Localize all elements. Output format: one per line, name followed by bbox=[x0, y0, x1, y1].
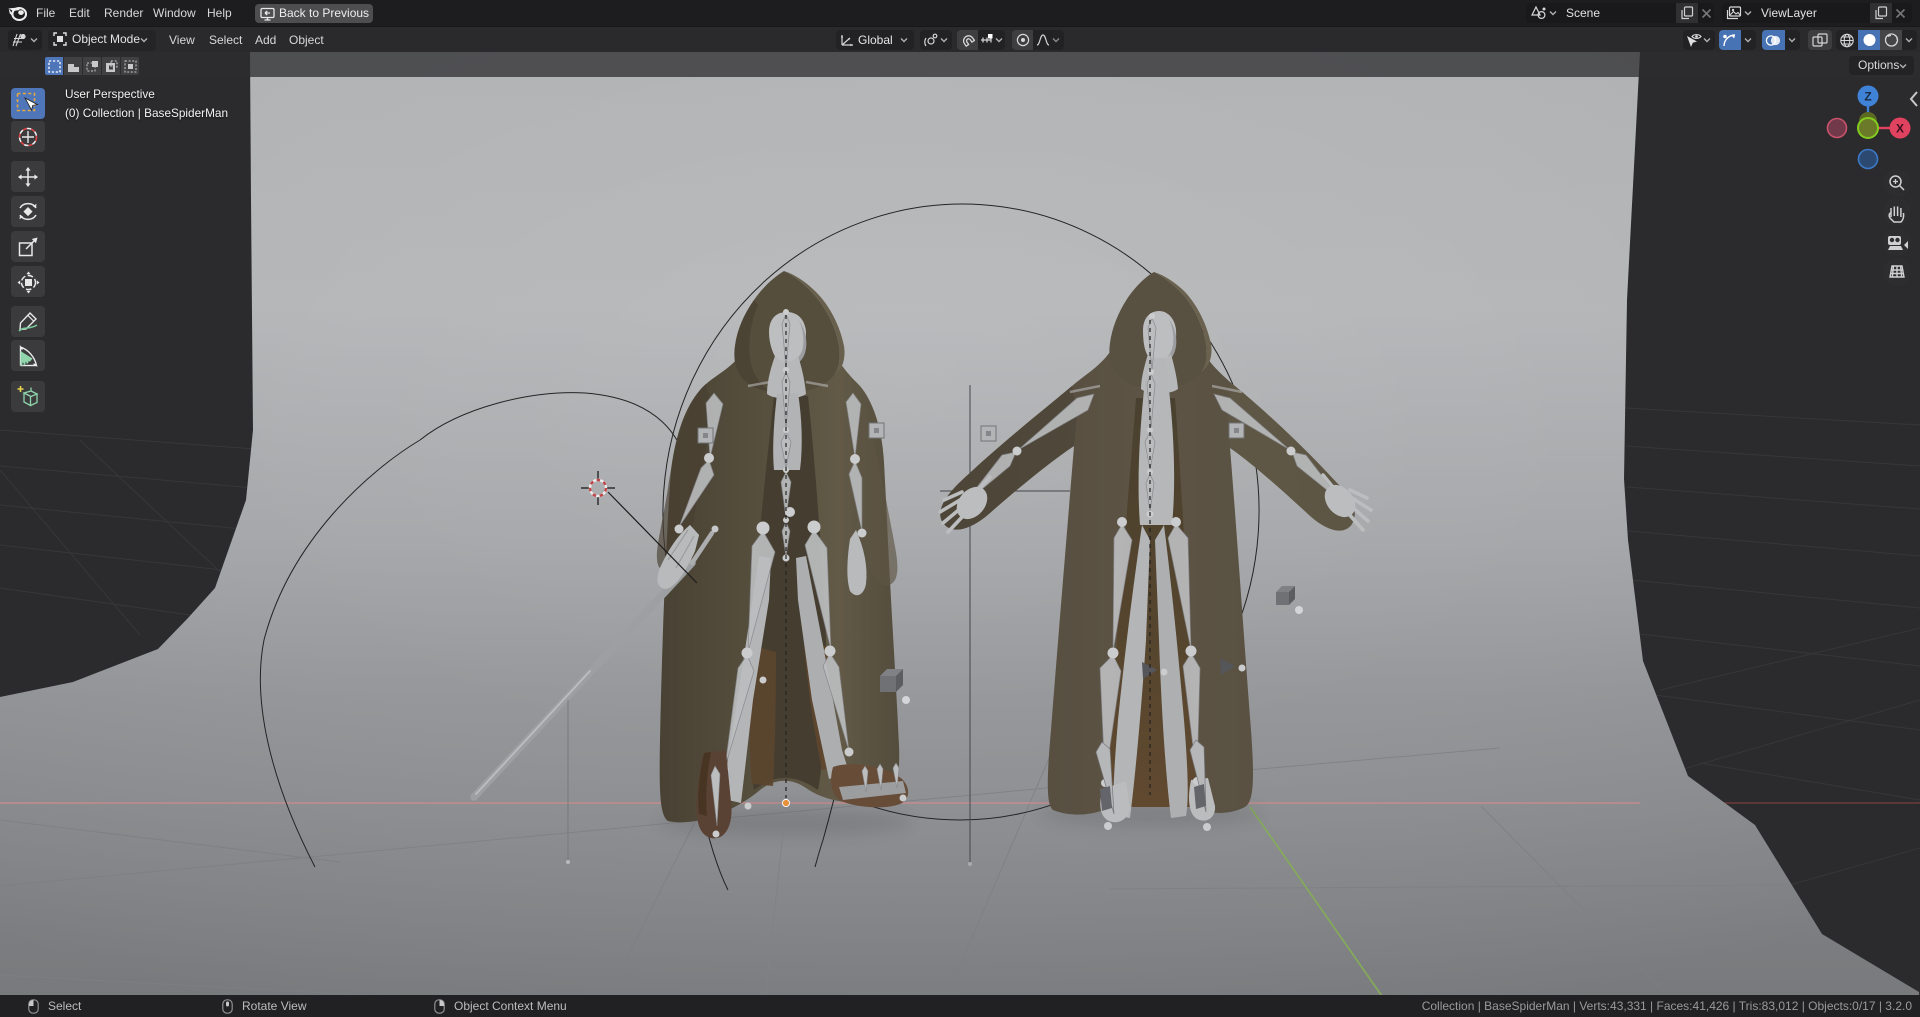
svg-text:X: X bbox=[1896, 122, 1904, 136]
svg-text:Z: Z bbox=[1864, 90, 1871, 104]
